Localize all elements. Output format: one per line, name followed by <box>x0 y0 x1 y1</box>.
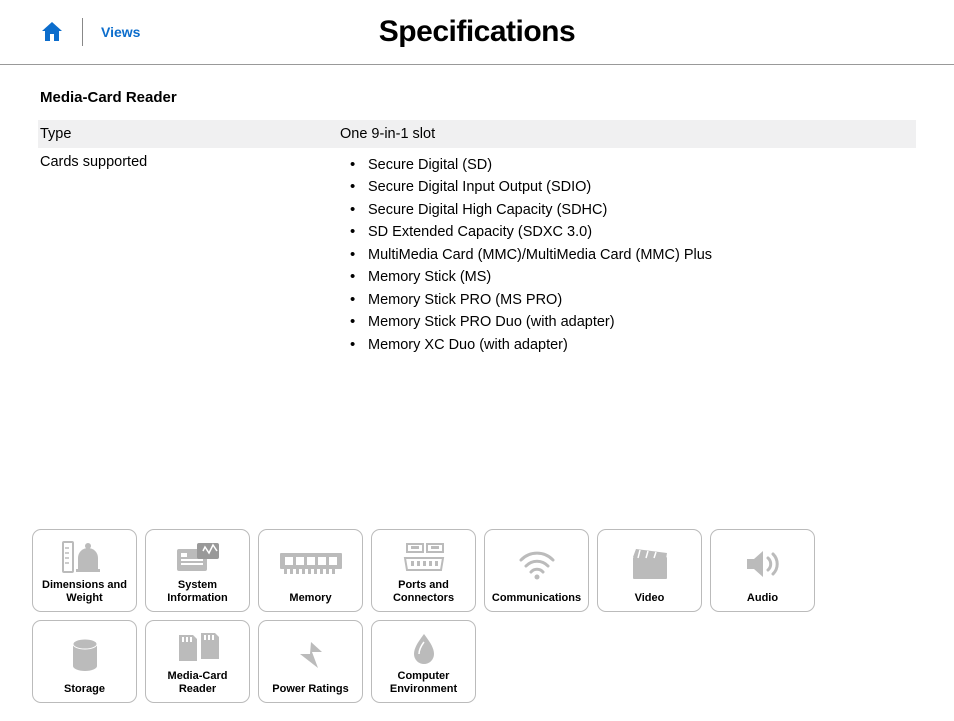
nav-tiles: Dimensions and Weight System Information <box>32 529 922 703</box>
spec-row-type: Type One 9-in-1 slot <box>38 120 916 148</box>
dimensions-icon <box>37 536 132 579</box>
spec-label: Type <box>40 126 340 142</box>
tile-label: Audio <box>747 592 778 605</box>
list-item: Secure Digital (SD) <box>340 154 912 176</box>
power-icon <box>263 627 358 683</box>
page-title: Specifications <box>0 15 954 49</box>
memory-icon <box>263 536 358 592</box>
list-item: Memory Stick PRO (MS PRO) <box>340 289 912 311</box>
spec-value: One 9-in-1 slot <box>340 126 912 142</box>
tile-label: Computer Environment <box>390 670 457 696</box>
ports-icon <box>376 536 471 579</box>
list-item: Memory Stick PRO Duo (with adapter) <box>340 311 912 333</box>
environment-icon <box>376 627 471 670</box>
views-link[interactable]: Views <box>83 24 140 40</box>
tile-label: Power Ratings <box>272 683 348 696</box>
list-item: Memory XC Duo (with adapter) <box>340 334 912 356</box>
tile-media-card[interactable]: Media-Card Reader <box>145 620 250 703</box>
list-item: Secure Digital Input Output (SDIO) <box>340 176 912 198</box>
wifi-icon <box>489 536 584 592</box>
list-item: Secure Digital High Capacity (SDHC) <box>340 199 912 221</box>
list-item: SD Extended Capacity (SDXC 3.0) <box>340 221 912 243</box>
tile-ports[interactable]: Ports and Connectors <box>371 529 476 612</box>
content: Media-Card Reader Type One 9-in-1 slot C… <box>0 65 954 362</box>
list-item: MultiMedia Card (MMC)/MultiMedia Card (M… <box>340 244 912 266</box>
spec-row-cards: Cards supported Secure Digital (SD) Secu… <box>38 148 916 362</box>
tile-memory[interactable]: Memory <box>258 529 363 612</box>
tile-label: Communications <box>492 592 581 605</box>
spec-label: Cards supported <box>40 154 340 356</box>
tile-dimensions[interactable]: Dimensions and Weight <box>32 529 137 612</box>
tile-label: Video <box>635 592 665 605</box>
tile-video[interactable]: Video <box>597 529 702 612</box>
tile-label: Media-Card Reader <box>168 670 228 696</box>
header: Views Specifications <box>0 0 954 65</box>
tile-label: Dimensions and Weight <box>42 579 127 605</box>
list-item: Memory Stick (MS) <box>340 266 912 288</box>
storage-icon <box>37 627 132 683</box>
media-card-icon <box>150 627 245 670</box>
tile-label: Storage <box>64 683 105 696</box>
tile-audio[interactable]: Audio <box>710 529 815 612</box>
cards-list: Secure Digital (SD) Secure Digital Input… <box>340 154 912 356</box>
tile-system-info[interactable]: System Information <box>145 529 250 612</box>
tile-power[interactable]: Power Ratings <box>258 620 363 703</box>
tile-label: Memory <box>289 592 331 605</box>
tile-storage[interactable]: Storage <box>32 620 137 703</box>
system-info-icon <box>150 536 245 579</box>
tile-label: System Information <box>167 579 228 605</box>
tile-label: Ports and Connectors <box>393 579 454 605</box>
tile-communications[interactable]: Communications <box>484 529 589 612</box>
video-icon <box>602 536 697 592</box>
tile-environment[interactable]: Computer Environment <box>371 620 476 703</box>
home-link[interactable] <box>40 18 83 46</box>
section-title: Media-Card Reader <box>38 89 916 106</box>
audio-icon <box>715 536 810 592</box>
spec-value: Secure Digital (SD) Secure Digital Input… <box>340 154 912 356</box>
home-icon <box>40 21 64 43</box>
